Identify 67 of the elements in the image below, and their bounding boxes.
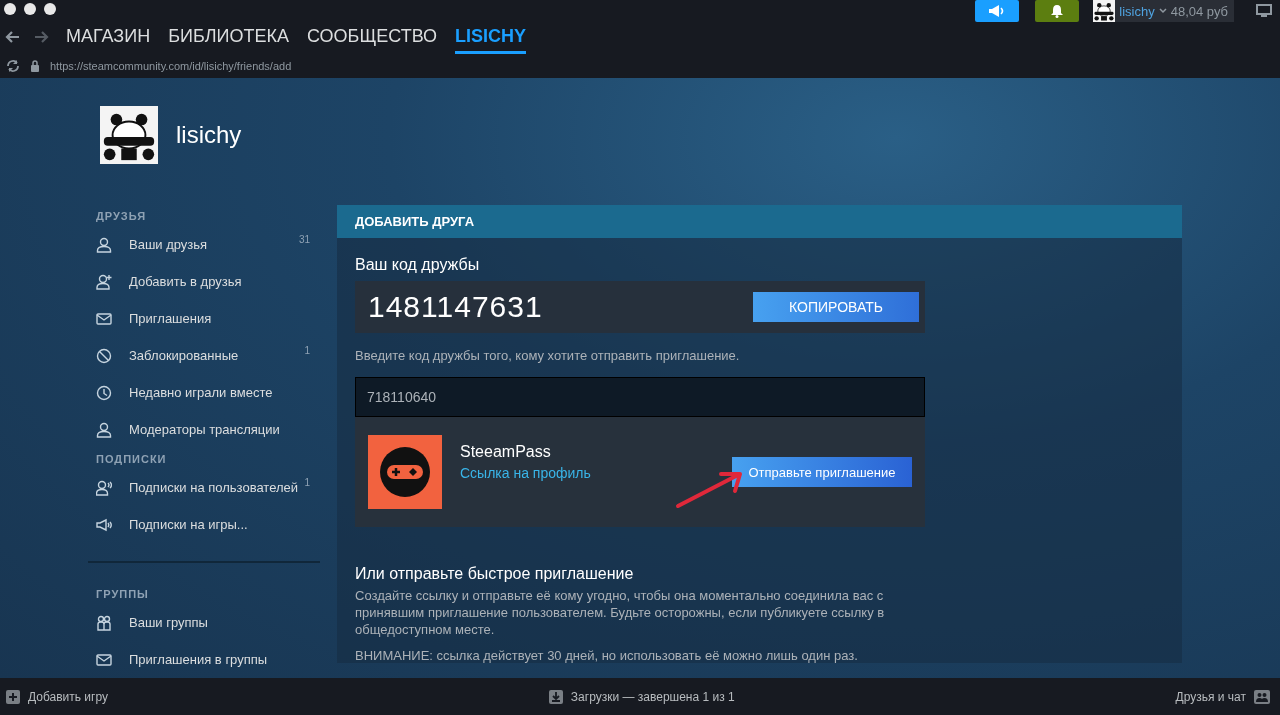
sidebar-item[interactable]: Ваши друзья 31 — [88, 226, 320, 263]
profile-link[interactable]: Ссылка на профиль — [460, 465, 714, 481]
input-field[interactable]: 718110640 — [355, 377, 925, 417]
friend-code: 1481147631 — [368, 290, 543, 324]
url-text[interactable]: https://steamcommunity.com/id/lisichy/friends/add — [50, 60, 292, 72]
description-text: Создайте ссылку и отправьте её кому угодно, чтобы она моментально соединила вас с принявшим приглашение пользователем. Будьте осторожны, если публикуете ссылку в общедоступном месте. — [355, 587, 886, 638]
group-icon — [96, 614, 112, 631]
person-plus-icon — [96, 273, 112, 290]
sidebar-item[interactable]: Добавить в друзья — [88, 263, 320, 300]
username: lisichy — [1119, 3, 1155, 19]
item-count: 1 — [304, 477, 310, 488]
monitor-icon[interactable] — [1256, 4, 1272, 18]
announcements-button[interactable] — [975, 0, 1020, 22]
wallet-balance: 48,04 руб — [1170, 3, 1228, 19]
nav-tab[interactable]: LISICHY — [455, 20, 527, 54]
friends-chat-button[interactable]: Друзья и чат — [1175, 689, 1270, 704]
sidebar-item[interactable]: Подписки на игры... — [88, 506, 320, 543]
sidebar-item[interactable]: Ваши группы — [88, 604, 320, 641]
forward-arrow-icon[interactable] — [34, 30, 50, 44]
annotation-arrow — [675, 469, 745, 509]
sidebar-item[interactable]: Заблокированные 1 — [88, 337, 320, 374]
download-icon — [548, 689, 563, 704]
hint-text: Введите код дружбы того, кому хотите отправить приглашение. — [355, 348, 741, 363]
block-icon — [96, 347, 112, 364]
copy-button[interactable]: КОПИРОВАТЬ — [753, 292, 919, 322]
bell-icon — [1051, 4, 1064, 18]
sidebar-item[interactable]: Приглашения — [88, 300, 320, 337]
window-control[interactable] — [4, 3, 16, 15]
nav-tab[interactable]: БИБЛИОТЕКА — [168, 20, 289, 54]
section-title: Или отправьте быстрое приглашение — [355, 565, 635, 583]
section-heading: ДРУЗЬЯ — [95, 209, 148, 224]
item-count: 31 — [298, 234, 310, 245]
send-invite-button[interactable]: Отправьте приглашение — [732, 457, 912, 487]
nav-tab[interactable]: МАГАЗИН — [66, 20, 151, 54]
sidebar-item[interactable]: Недавно играли вместе — [88, 374, 320, 411]
refresh-icon[interactable] — [6, 60, 20, 72]
megaphone-icon — [96, 516, 112, 533]
notifications-button[interactable] — [1035, 0, 1080, 22]
code-label: Ваш код дружбы — [355, 256, 481, 274]
people-icon — [1254, 689, 1270, 704]
person-waves-icon — [96, 479, 112, 496]
clock-icon — [96, 384, 112, 401]
account-menu[interactable]: lisichy 48,04 руб — [1093, 0, 1234, 22]
window-control[interactable] — [24, 3, 36, 15]
sidebar-item[interactable]: Подписки на пользователей 1 — [88, 469, 320, 506]
envelope-icon — [96, 651, 112, 668]
profile-name: lisichy — [176, 121, 242, 149]
section-heading: ПОДПИСКИ — [95, 452, 168, 467]
lock-icon — [30, 60, 40, 72]
panel-header: ДОБАВИТЬ ДРУГА — [337, 205, 1182, 238]
back-arrow-icon[interactable] — [4, 30, 20, 44]
section-heading: ГРУППЫ — [95, 587, 150, 602]
chevron-down-icon — [1158, 8, 1167, 14]
plus-icon — [6, 689, 20, 704]
person-icon — [96, 421, 112, 438]
warning-text: ВНИМАНИЕ: ссылка действует 30 дней, но использовать её можно лишь один раз. — [355, 648, 859, 663]
person-icon — [96, 236, 112, 253]
add-game-button[interactable]: Добавить игру — [6, 689, 108, 704]
sidebar-item[interactable]: Приглашения в группы — [88, 641, 320, 678]
user-name: SteeamPass — [460, 443, 552, 461]
window-control[interactable] — [44, 3, 56, 15]
downloads-status[interactable]: Загрузки — завершена 1 из 1 — [548, 689, 735, 704]
gamepad-icon — [368, 435, 442, 509]
item-count: 1 — [304, 345, 310, 356]
nav-tab[interactable]: СООБЩЕСТВО — [306, 20, 438, 54]
envelope-icon — [96, 310, 112, 327]
sidebar-item[interactable]: Модераторы трансляции — [88, 411, 320, 448]
